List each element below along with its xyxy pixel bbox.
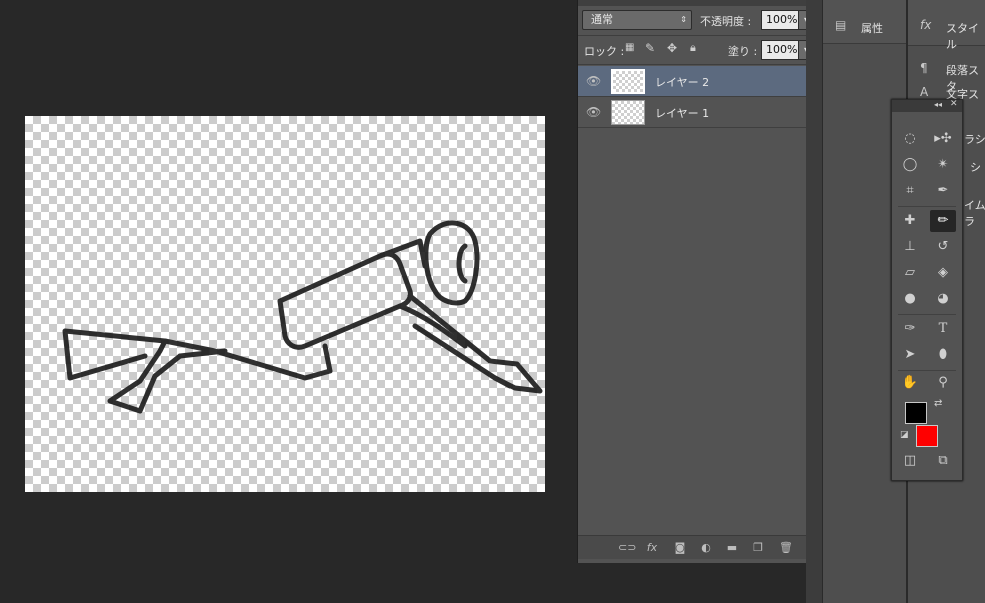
paragraph-icon: ¶ [920, 61, 928, 75]
tool-separator [898, 370, 956, 371]
opacity-input[interactable]: 100% [761, 10, 799, 30]
foreground-color-swatch[interactable] [905, 402, 927, 424]
pen-tool-icon[interactable]: ✑ [897, 318, 923, 340]
healing-brush-icon[interactable]: ✚ [897, 210, 923, 232]
properties-tab-area[interactable]: ▤ 属性 [823, 0, 907, 44]
eye-icon[interactable]: 👁︎ [586, 75, 601, 87]
divider [578, 64, 807, 65]
paint-bucket-icon[interactable]: ◈ [930, 262, 956, 284]
blend-mode-select[interactable]: 通常 ⇕ [582, 10, 692, 30]
magic-wand-icon[interactable]: ✴ [930, 154, 956, 176]
layer-row-1[interactable]: 👁︎ レイヤー 1 [578, 97, 807, 128]
diver-sketch-drawing [62, 220, 543, 414]
brush-presets-label: シ [970, 161, 981, 174]
lock-all-icon[interactable]: 🔒︎ [690, 41, 696, 55]
type-tool-icon[interactable]: T [930, 318, 956, 340]
quick-mask-icon[interactable]: ◫ [897, 450, 923, 472]
ellipse-tool-icon[interactable]: ⬮ [930, 344, 956, 366]
crop-tool-icon[interactable]: ⌗ [897, 180, 923, 202]
history-brush-icon[interactable]: ↺ [930, 236, 956, 258]
panel-grip[interactable] [578, 0, 807, 6]
zoom-tool-icon[interactable]: ⚲ [930, 372, 956, 394]
adjustment-layer-icon[interactable]: ◐ [698, 541, 714, 555]
fill-input[interactable]: 100% [761, 40, 799, 60]
character-icon: A [920, 85, 929, 99]
eye-icon[interactable]: 👁︎ [586, 106, 601, 118]
tool-separator [898, 314, 956, 315]
tools-panel: ◂◂ ✕ ◌ ▸✣ ◯ ✴ ⌗ ✒ ✚ ✏ ⊥ ↺ ▱ ◈ ● ◕ ✑ T ➤ … [891, 99, 963, 481]
brush-tab[interactable]: ラシ [964, 128, 985, 148]
lock-label: ロック : [584, 45, 625, 58]
opacity-label: 不透明度 : [700, 15, 752, 28]
lock-image-pixels-icon[interactable]: ✎ [645, 41, 655, 55]
background-color-swatch[interactable] [916, 425, 938, 447]
fx-icon[interactable]: fx [644, 541, 660, 555]
updown-arrow-icon: ⇕ [680, 15, 687, 24]
new-group-icon[interactable]: ▬ [724, 541, 740, 555]
screen-mode-icon[interactable]: ⧉ [930, 450, 956, 472]
toolbox-header[interactable]: ◂◂ ✕ [892, 99, 962, 112]
brush-presets-tab[interactable]: シ [964, 156, 985, 176]
timeline-label: イムラ [964, 199, 985, 228]
layers-footer: ⊂⊃ fx ◙ ◐ ▬ ❐ 🗑︎ [578, 535, 807, 559]
fill-label: 塗り : [728, 45, 758, 58]
hand-tool-icon[interactable]: ✋ [897, 372, 923, 394]
properties-tab-label: 属性 [861, 22, 883, 35]
link-layers-icon[interactable]: ⊂⊃ [618, 541, 636, 555]
default-colors-icon[interactable]: ◪ [900, 430, 909, 440]
styles-tab[interactable]: fx スタイル [908, 0, 985, 51]
fx-icon: fx [920, 18, 932, 32]
add-mask-icon[interactable]: ◙ [672, 541, 688, 555]
tool-separator [898, 206, 956, 207]
swap-colors-icon[interactable]: ⇄ [934, 398, 942, 409]
lock-transparent-pixels-icon[interactable]: ▦ [625, 42, 637, 54]
layer-name: レイヤー 2 [655, 76, 710, 89]
layer-thumbnail [611, 69, 645, 94]
brush-label: ラシ [964, 133, 985, 146]
lock-position-icon[interactable]: ✥ [667, 41, 677, 55]
blur-tool-icon[interactable]: ● [897, 288, 923, 310]
trash-icon[interactable]: 🗑︎ [778, 541, 794, 555]
divider [578, 35, 807, 36]
styles-label: スタイル [946, 22, 979, 51]
layers-panel: 通常 ⇕ 不透明度 : 100% ▾ ロック : ▦ ✎ ✥ 🔒︎ 塗り : 1… [577, 0, 814, 563]
layer-name: レイヤー 1 [655, 107, 710, 120]
blend-mode-value: 通常 [591, 13, 613, 26]
brush-tool-icon[interactable]: ✏ [930, 210, 956, 232]
new-layer-icon[interactable]: ❐ [750, 541, 766, 555]
move-tool-icon[interactable]: ▸✣ [930, 128, 956, 150]
properties-icon: ▤ [835, 18, 847, 32]
eraser-icon[interactable]: ▱ [897, 262, 923, 284]
paragraph-styles-tab[interactable]: ¶ 段落スタ [908, 56, 985, 93]
dodge-tool-icon[interactable]: ◕ [930, 288, 956, 310]
collapse-icon[interactable]: ◂◂ [934, 100, 942, 109]
layer-row-2[interactable]: 👁︎ レイヤー 2 [578, 66, 807, 97]
layer-thumbnail [611, 100, 645, 125]
clone-stamp-icon[interactable]: ⊥ [897, 236, 923, 258]
close-icon[interactable]: ✕ [950, 99, 958, 109]
dock-strip [806, 0, 822, 603]
path-selection-icon[interactable]: ➤ [897, 344, 923, 366]
document-canvas[interactable] [25, 116, 545, 492]
eyedropper-icon[interactable]: ✒ [930, 180, 956, 202]
timeline-tab[interactable]: イムラ [964, 194, 985, 228]
marquee-tool-icon[interactable]: ◌ [897, 128, 923, 150]
lasso-tool-icon[interactable]: ◯ [897, 154, 923, 176]
